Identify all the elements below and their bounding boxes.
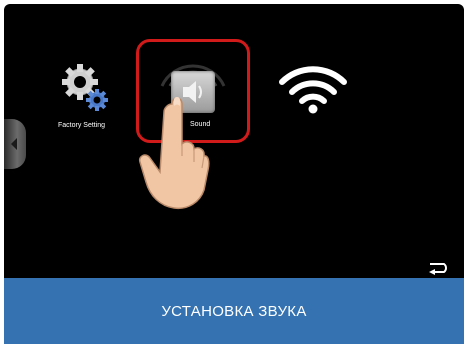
wifi-icon bbox=[279, 66, 347, 114]
factory-setting-label: Factory Setting bbox=[58, 122, 106, 129]
caption-banner: УСТАНОВКА ЗВУКА bbox=[4, 278, 464, 344]
wifi-app[interactable] bbox=[278, 62, 348, 118]
pointing-hand-icon bbox=[138, 97, 210, 210]
caption-text: УСТАНОВКА ЗВУКА bbox=[161, 302, 307, 320]
gears-icon bbox=[62, 64, 108, 111]
back-arrow-icon[interactable] bbox=[427, 261, 453, 275]
chevron-left-icon bbox=[11, 138, 17, 150]
side-panel-tab[interactable] bbox=[4, 119, 26, 169]
device-screen: Factory Setting Sound bbox=[4, 4, 464, 278]
factory-setting-app[interactable]: Factory Setting bbox=[58, 62, 120, 142]
